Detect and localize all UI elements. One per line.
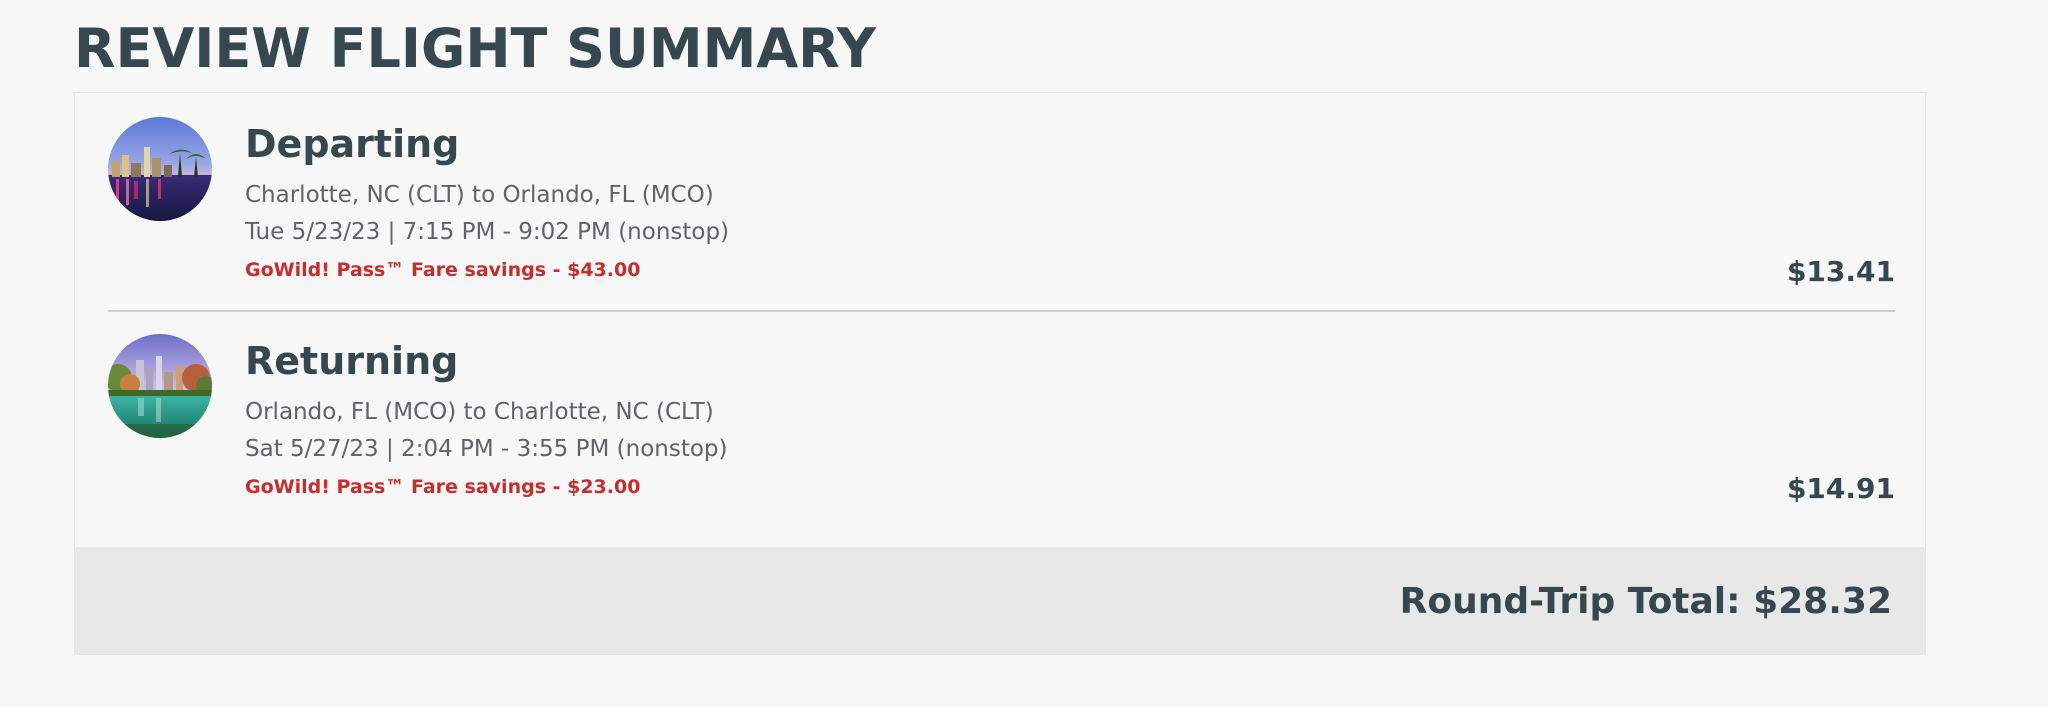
returning-flight-segment: Returning Orlando, FL (MCO) to Charlotte… <box>108 334 1895 534</box>
route-text: Orlando, FL (MCO) to Charlotte, NC (CLT) <box>245 399 714 425</box>
schedule-text: Tue 5/23/23 | 7:15 PM - 9:02 PM (nonstop… <box>245 219 730 245</box>
returning-destination-photo <box>108 334 212 438</box>
segment-divider <box>108 310 1895 312</box>
fare-savings-text: GoWild! Pass™ Fare savings - $43.00 <box>245 259 641 281</box>
departing-destination-photo <box>108 117 212 221</box>
round-trip-total: Round-Trip Total: $28.32 <box>1399 581 1892 622</box>
segment-price: $14.91 <box>1786 472 1895 505</box>
segment-title: Returning <box>245 339 459 383</box>
page-title: REVIEW FLIGHT SUMMARY <box>74 17 876 80</box>
round-trip-total-bar: Round-Trip Total: $28.32 <box>75 547 1925 654</box>
segment-price: $13.41 <box>1786 255 1895 288</box>
route-text: Charlotte, NC (CLT) to Orlando, FL (MCO) <box>245 182 714 208</box>
flight-summary-card: Departing Charlotte, NC (CLT) to Orlando… <box>74 92 1926 655</box>
fare-savings-text: GoWild! Pass™ Fare savings - $23.00 <box>245 476 641 498</box>
segment-title: Departing <box>245 122 460 166</box>
departing-flight-segment: Departing Charlotte, NC (CLT) to Orlando… <box>108 117 1895 317</box>
schedule-text: Sat 5/27/23 | 2:04 PM - 3:55 PM (nonstop… <box>245 436 728 462</box>
